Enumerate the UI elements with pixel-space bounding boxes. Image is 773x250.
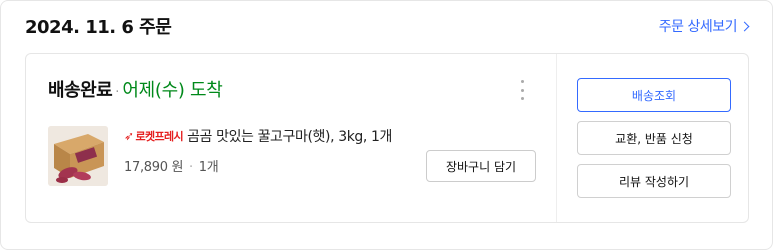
product-price: 17,890 원 [124, 160, 184, 175]
status-separator: · [115, 85, 120, 100]
product-info: ➶ 로켓프레시 곰곰 맛있는 꿀고구마(햇), 3kg, 1개 17,890 원… [124, 126, 392, 175]
order-date: 2024. 11. 6 주문 [25, 17, 172, 38]
status-label: 배송완료 [48, 80, 113, 101]
sweet-potato-box-image [48, 126, 108, 186]
more-vertical-icon[interactable] [518, 80, 526, 100]
shipment-main: 배송완료 · 어제(수) 도착 ➶ 로켓프레시 곰곰 맛있는 꿀고구마(햇), … [26, 54, 556, 222]
price-line: 17,890 원 · 1개 [124, 156, 392, 175]
track-delivery-button[interactable]: 배송조회 [577, 78, 731, 112]
rocket-fresh-badge: ➶ 로켓프레시 [124, 128, 184, 144]
delivery-date: 어제(수) 도착 [122, 80, 223, 101]
order-detail-label: 주문 상세보기 [658, 19, 738, 35]
write-review-button[interactable]: 리뷰 작성하기 [577, 164, 731, 198]
order-detail-link[interactable]: 주문 상세보기 [658, 16, 750, 36]
add-to-cart-button[interactable]: 장바구니 담기 [426, 150, 536, 182]
rocket-icon: ➶ [124, 129, 134, 143]
rocket-fresh-label: 로켓프레시 [135, 130, 184, 143]
product-name: 곰곰 맛있는 꿀고구마(햇), 3kg, 1개 [187, 129, 392, 145]
order-header: 2024. 11. 6 주문 주문 상세보기 [25, 11, 750, 41]
order-card: 2024. 11. 6 주문 주문 상세보기 배송완료 · 어제(수) 도착 ➶… [0, 0, 773, 250]
shipment-box: 배송완료 · 어제(수) 도착 ➶ 로켓프레시 곰곰 맛있는 꿀고구마(햇), … [25, 53, 749, 223]
price-separator: · [189, 160, 193, 175]
exchange-return-button[interactable]: 교환, 반품 신청 [577, 121, 731, 155]
shipment-actions: 배송조회 교환, 반품 신청 리뷰 작성하기 [556, 54, 750, 222]
product-title[interactable]: ➶ 로켓프레시 곰곰 맛있는 꿀고구마(햇), 3kg, 1개 [124, 126, 392, 146]
product-quantity: 1개 [198, 160, 219, 175]
product-image[interactable] [48, 126, 108, 186]
chevron-right-icon [739, 21, 750, 31]
shipment-status: 배송완료 · 어제(수) 도착 [48, 76, 223, 102]
